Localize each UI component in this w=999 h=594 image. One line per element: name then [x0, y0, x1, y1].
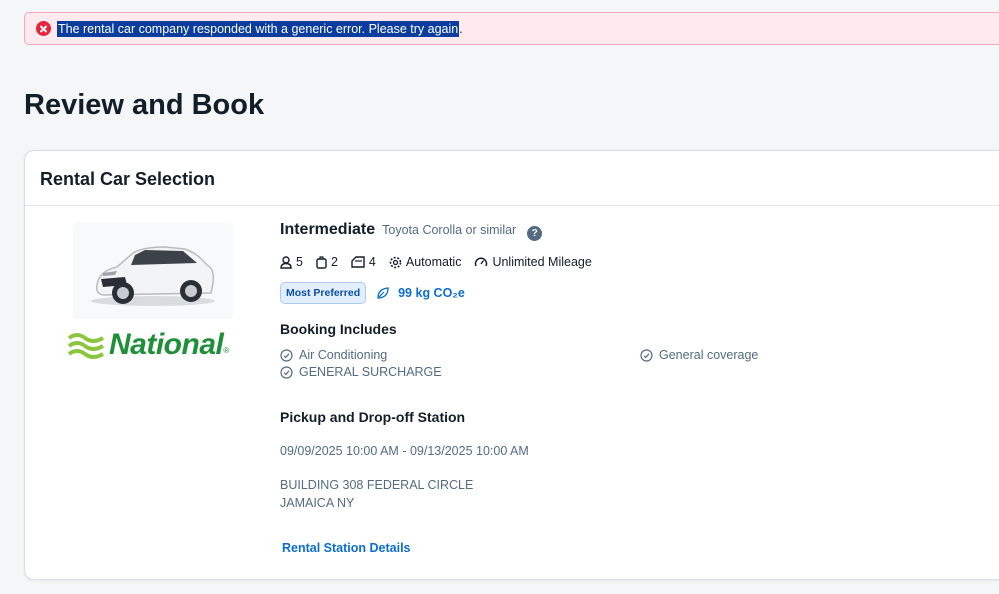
help-icon[interactable]: ? — [527, 226, 543, 241]
check-circle-icon — [280, 365, 293, 379]
national-logo-icon — [67, 333, 105, 359]
car-class: Intermediate — [280, 221, 376, 238]
car-details: Intermediate Toyota Corolla or similar ?… — [280, 221, 980, 557]
leaf-icon — [377, 287, 389, 299]
luggage-icon — [316, 255, 327, 269]
error-banner: The rental car company responded with a … — [24, 12, 999, 45]
pickup-heading: Pickup and Drop-off Station — [280, 409, 466, 425]
card-divider — [25, 205, 999, 206]
car-door-icon — [351, 256, 365, 268]
include-item: General coverage — [640, 348, 940, 362]
car-features: 5 2 4 Automatic Unlimited Mileage — [280, 255, 980, 269]
check-circle-icon — [640, 348, 653, 362]
feature-mileage: Unlimited Mileage — [474, 255, 592, 269]
car-class-row: Intermediate Toyota Corolla or similar ? — [280, 221, 980, 241]
booking-includes-list: Air Conditioning General coverage GENERA… — [280, 348, 980, 379]
car-model: Toyota Corolla or similar — [382, 223, 517, 237]
error-icon — [36, 21, 51, 36]
feature-bags: 2 — [316, 255, 338, 269]
vendor-logo: National ® — [67, 327, 241, 363]
transmission-label: Automatic — [405, 255, 462, 269]
passengers-count: 5 — [296, 255, 303, 269]
rental-station-details-link[interactable]: Rental Station Details — [282, 541, 411, 555]
pickup-address: BUILDING 308 FEDERAL CIRCLE JAMAICA NY — [280, 476, 980, 512]
error-message: The rental car company responded with a … — [57, 20, 460, 37]
vendor-registered-mark: ® — [223, 346, 230, 355]
bags-count: 2 — [330, 255, 338, 269]
most-preferred-badge: Most Preferred — [280, 282, 367, 304]
speedometer-icon — [475, 257, 488, 267]
address-line-1: BUILDING 308 FEDERAL CIRCLE — [280, 478, 474, 492]
include-label: Air Conditioning — [299, 348, 388, 362]
badges-row: Most Preferred 99 kg CO₂e — [280, 282, 980, 304]
card-title: Rental Car Selection — [40, 169, 216, 189]
page-title: Review and Book — [24, 89, 265, 121]
doors-count: 4 — [368, 255, 376, 269]
feature-doors: 4 — [351, 255, 376, 269]
address-line-2: JAMAICA NY — [280, 496, 355, 510]
include-item: Air Conditioning — [280, 348, 640, 362]
error-message-period: . — [459, 21, 463, 36]
gear-icon — [389, 256, 402, 268]
booking-includes-heading: Booking Includes — [280, 321, 397, 337]
feature-transmission: Automatic — [389, 255, 462, 269]
mileage-label: Unlimited Mileage — [492, 255, 592, 269]
include-item: GENERAL SURCHARGE — [280, 365, 640, 379]
vendor-name: National — [109, 328, 224, 361]
person-icon — [280, 255, 292, 269]
check-circle-icon — [280, 348, 293, 362]
car-image — [73, 223, 233, 319]
rental-car-card: Rental Car Selection National ® Intermed… — [24, 150, 999, 580]
pickup-dates: 09/09/2025 10:00 AM - 09/13/2025 10:00 A… — [280, 444, 529, 458]
include-label: GENERAL SURCHARGE — [299, 365, 442, 379]
feature-passengers: 5 — [280, 255, 303, 269]
co2-value: 99 kg CO₂e — [398, 286, 465, 300]
include-label: General coverage — [659, 348, 759, 362]
co2-emissions: 99 kg CO₂e — [376, 286, 465, 300]
